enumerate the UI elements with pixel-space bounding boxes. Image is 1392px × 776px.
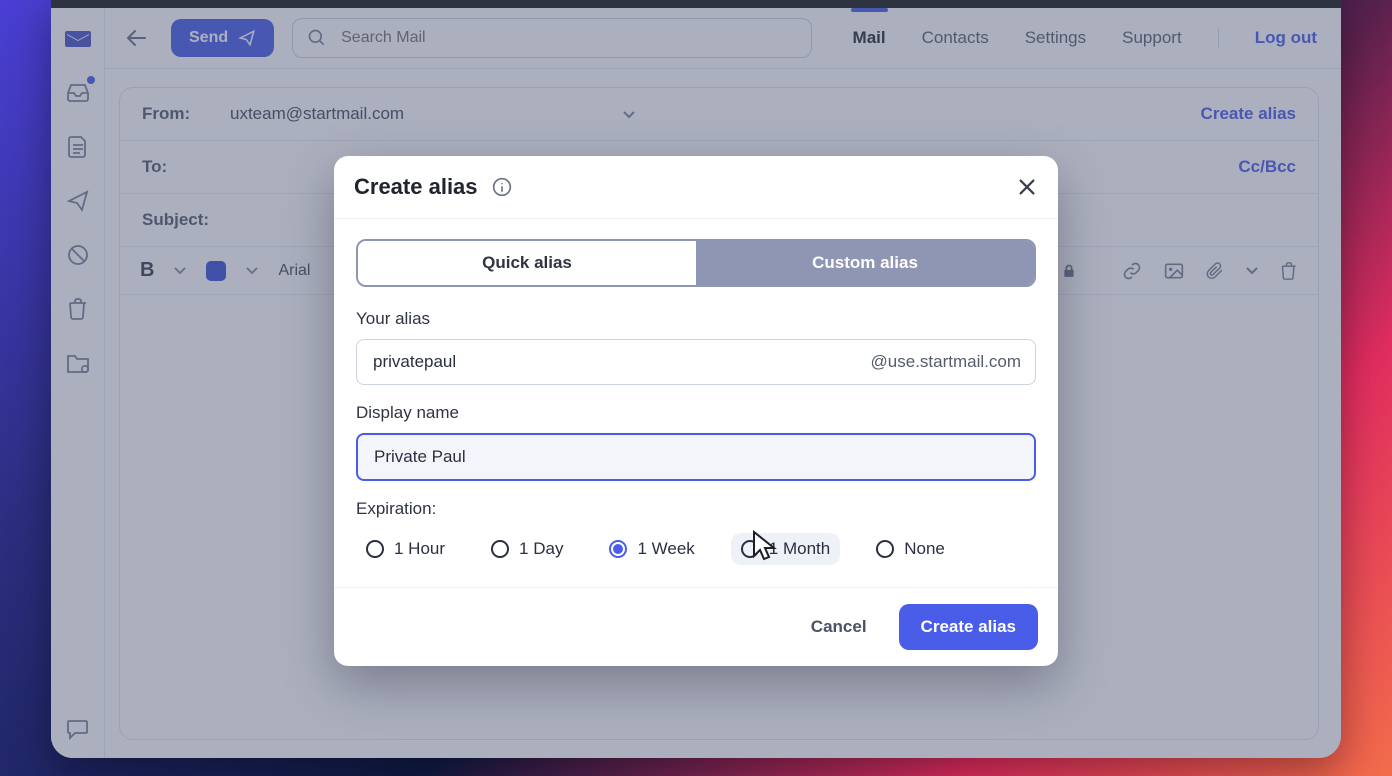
expiration-1week[interactable]: 1 Week — [599, 533, 704, 565]
modal-header: Create alias — [334, 156, 1058, 219]
modal-footer: Cancel Create alias — [334, 587, 1058, 666]
expiration-1hour[interactable]: 1 Hour — [356, 533, 455, 565]
tab-quick-alias[interactable]: Quick alias — [358, 241, 696, 285]
info-icon[interactable] — [492, 177, 512, 197]
alias-input-wrap[interactable]: @use.startmail.com — [356, 339, 1036, 385]
expiration-1month[interactable]: 1 Month — [731, 533, 840, 565]
expiration-none[interactable]: None — [866, 533, 955, 565]
create-alias-modal: Create alias Quick alias Custom alias Yo… — [334, 156, 1058, 666]
display-name-input[interactable] — [372, 446, 1020, 468]
modal-overlay[interactable]: Create alias Quick alias Custom alias Yo… — [51, 8, 1341, 758]
expiration-label: Expiration: — [356, 499, 1036, 519]
close-button[interactable] — [1016, 176, 1038, 198]
app-window: Send Mail Contacts Settings Support Log … — [51, 0, 1341, 758]
modal-body: Quick alias Custom alias Your alias @use… — [334, 219, 1058, 587]
alias-input[interactable] — [371, 351, 871, 373]
create-alias-submit[interactable]: Create alias — [899, 604, 1038, 650]
tab-custom-alias[interactable]: Custom alias — [696, 241, 1034, 285]
modal-title: Create alias — [354, 174, 478, 200]
cancel-button[interactable]: Cancel — [805, 616, 873, 638]
alias-domain: @use.startmail.com — [871, 352, 1021, 372]
display-name-input-wrap[interactable] — [356, 433, 1036, 481]
alias-field-label: Your alias — [356, 309, 1036, 329]
expiration-1day[interactable]: 1 Day — [481, 533, 573, 565]
display-name-label: Display name — [356, 403, 1036, 423]
alias-type-segmented: Quick alias Custom alias — [356, 239, 1036, 287]
expiration-options: 1 Hour 1 Day 1 Week 1 Month None — [356, 529, 1036, 579]
